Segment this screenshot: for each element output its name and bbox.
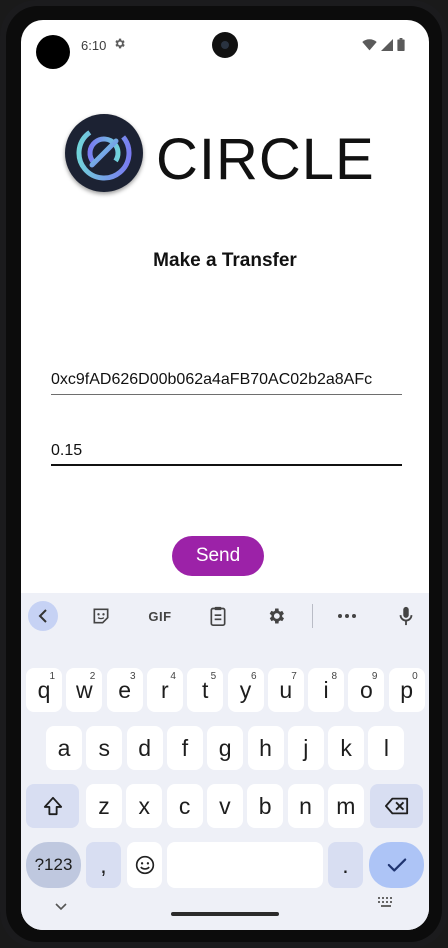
key-n[interactable]: n (287, 784, 324, 828)
signal-icon (381, 38, 393, 56)
key-m[interactable]: m (327, 784, 364, 828)
battery-icon (397, 38, 405, 56)
key-g[interactable]: g (207, 726, 244, 770)
key-label: h (259, 734, 272, 761)
key-u[interactable]: u7 (267, 668, 304, 712)
key-z[interactable]: z (86, 784, 122, 828)
key-t[interactable]: t5 (187, 668, 224, 712)
key-d[interactable]: d (126, 726, 163, 770)
key-label: d (138, 734, 151, 761)
key-label: k (340, 734, 352, 761)
toolbar-divider (312, 604, 313, 628)
key-label: y (239, 676, 252, 703)
emoji-icon[interactable] (127, 842, 162, 888)
key-label: f (181, 734, 189, 761)
soft-keyboard: GIF ?123 , . q 1 w 2 e 3 r 4 t 5 y 6 u 7… (21, 593, 429, 930)
recipient-address-field[interactable]: 0xc9fAD626D00b062a4aFB70AC02b2a8AFc (51, 365, 402, 395)
key-hint: 6 (250, 671, 257, 682)
keyboard-toolbar: GIF (21, 593, 429, 639)
gif-button[interactable]: GIF (145, 601, 175, 631)
settings-status-icon (113, 37, 126, 53)
symbols-key[interactable]: ?123 (26, 842, 81, 888)
front-sensor (36, 35, 70, 69)
key-h[interactable]: h (247, 726, 284, 770)
key-hint: 7 (291, 671, 297, 682)
key-hint: 0 (412, 671, 418, 682)
key-label: r (161, 676, 169, 703)
key-w[interactable]: w2 (66, 668, 103, 712)
camera-cutout (212, 32, 238, 58)
clipboard-icon[interactable] (203, 601, 233, 631)
key-hint: 5 (210, 671, 217, 682)
backspace-key[interactable] (370, 784, 423, 828)
space-key[interactable] (167, 842, 323, 888)
page-heading: Make a Transfer (153, 250, 297, 271)
key-v[interactable]: v (206, 784, 243, 828)
key-label: c (178, 792, 191, 819)
amount-field[interactable]: 0.15 (51, 436, 402, 466)
key-f[interactable]: f (166, 726, 203, 770)
status-time: 6:10 (81, 38, 107, 53)
key-label: v (219, 792, 231, 819)
status-icons (362, 38, 405, 56)
send-button[interactable]: Send (172, 536, 264, 576)
key-label: l (383, 734, 389, 761)
navigation-bar (21, 890, 429, 930)
key-hint: 1 (49, 671, 55, 682)
gear-icon[interactable] (261, 601, 291, 631)
key-b[interactable]: b (247, 784, 284, 828)
key-a[interactable]: a (46, 726, 82, 770)
brand-title: CIRCLE (156, 127, 375, 192)
sticker-icon[interactable] (86, 601, 116, 631)
key-label: i (323, 676, 329, 703)
status-bar: 6:10 (21, 20, 429, 70)
key-label: x (138, 792, 151, 819)
key-hint: 8 (331, 671, 338, 682)
key-hint: 9 (371, 671, 378, 682)
circle-logo-icon (65, 114, 143, 192)
key-p[interactable]: p0 (388, 668, 425, 712)
key-x[interactable]: x (126, 784, 163, 828)
key-label: n (299, 792, 312, 819)
key-hint: 2 (89, 671, 96, 682)
key-label: s (98, 734, 111, 761)
chevron-down-icon[interactable] (55, 898, 67, 914)
key-s[interactable]: s (86, 726, 123, 770)
key-c[interactable]: c (166, 784, 203, 828)
key-label: z (98, 792, 110, 819)
key-e[interactable]: e3 (106, 668, 143, 712)
key-label: m (336, 792, 356, 819)
key-j[interactable]: j (287, 726, 324, 770)
key-k[interactable]: k (328, 726, 365, 770)
more-options-icon[interactable] (332, 601, 362, 631)
key-y[interactable]: y6 (227, 668, 264, 712)
screen: 6:10 CIRCLE Make a Transfer 0xc9fAD626D0… (21, 20, 429, 930)
shift-key[interactable] (26, 784, 79, 828)
key-label: j (303, 734, 309, 761)
done-key[interactable] (369, 842, 424, 888)
key-l[interactable]: l (368, 726, 405, 770)
key-label: a (57, 734, 71, 761)
key-r[interactable]: r4 (146, 668, 183, 712)
key-label: t (201, 676, 209, 703)
key-hint: 4 (170, 671, 176, 682)
period-key[interactable]: . (328, 842, 363, 888)
key-o[interactable]: o9 (348, 668, 385, 712)
key-q[interactable]: q1 (26, 668, 62, 712)
wifi-icon (362, 38, 377, 56)
key-label: b (258, 792, 272, 819)
key-i[interactable]: i8 (308, 668, 345, 712)
home-handle[interactable] (171, 912, 279, 916)
key-hint: 3 (130, 671, 136, 682)
key-label: g (218, 734, 232, 761)
comma-key[interactable]: , (86, 842, 121, 888)
microphone-icon[interactable] (391, 601, 421, 631)
chevron-left-icon[interactable] (28, 601, 58, 631)
keyboard-switch-icon[interactable] (378, 897, 394, 911)
